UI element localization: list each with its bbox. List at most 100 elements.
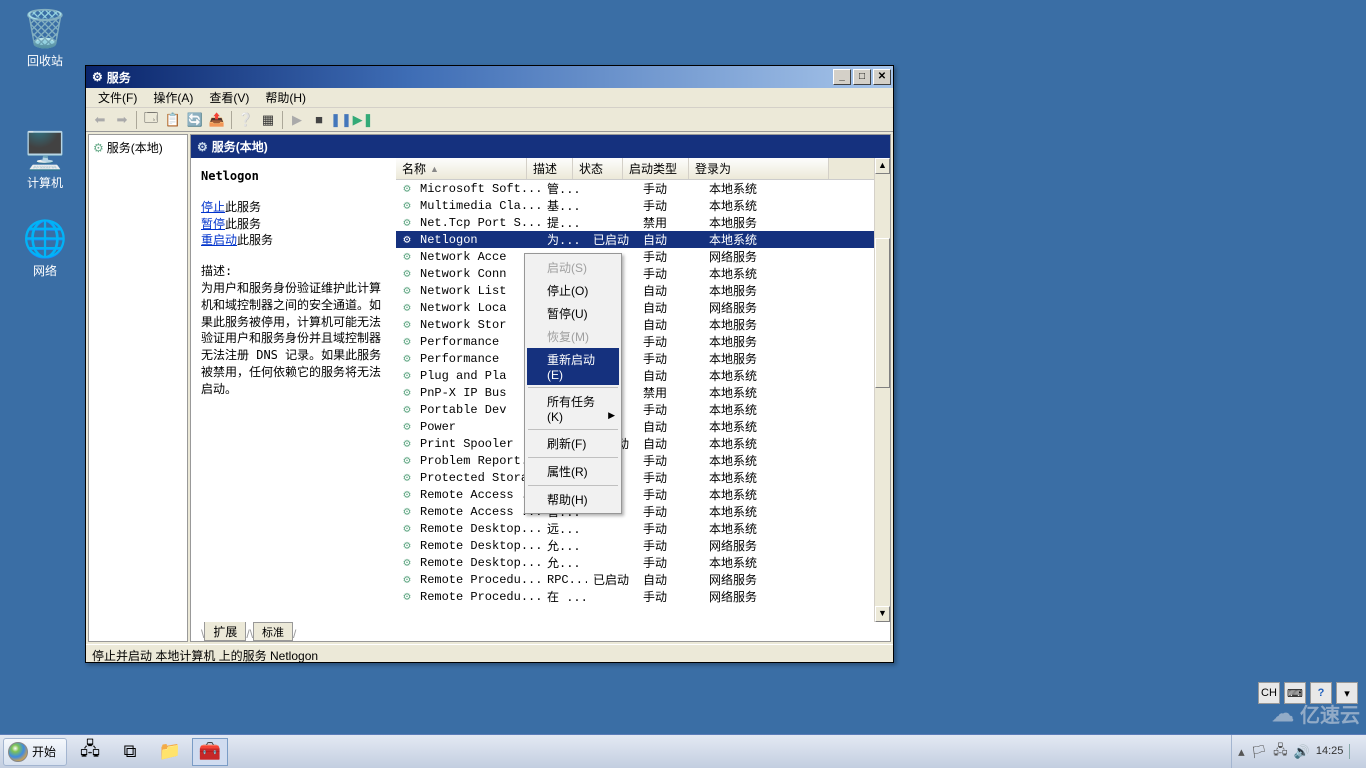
service-row[interactable]: ⚙Protected Storage为...手动本地系统 (396, 469, 890, 486)
cell-name: Print Spooler (414, 437, 541, 451)
cell-status: 已启动 (587, 571, 637, 588)
cell-start: 自动 (637, 435, 703, 452)
service-row[interactable]: ⚙PnP-X IP Bus禁用本地系统 (396, 384, 890, 401)
tray-network-icon[interactable]: 🖧 (1273, 741, 1288, 763)
properties-button-2[interactable]: ▦ (258, 110, 278, 130)
gear-icon: ⚙ (93, 141, 104, 155)
cell-start: 自动 (637, 316, 703, 333)
menu-item-help[interactable]: 帮助(H) (527, 488, 619, 511)
gear-icon: ⚙ (400, 453, 414, 468)
col-header-status[interactable]: 状态 (573, 158, 623, 179)
cell-logon: 本地系统 (703, 503, 803, 520)
restart-service-button[interactable]: ▶❚ (353, 110, 373, 130)
restart-service-link[interactable]: 重启动 (201, 233, 237, 247)
refresh-toolbar-button[interactable]: 🔄 (185, 110, 205, 130)
menu-item-refresh[interactable]: 刷新(F) (527, 432, 619, 455)
ql-server-manager[interactable]: 🖧 (72, 738, 108, 766)
menu-action[interactable]: 操作(A) (145, 87, 201, 108)
cell-name: Microsoft Soft... (414, 182, 541, 196)
service-row[interactable]: ⚙Netlogon为...已启动自动本地系统 (396, 231, 890, 248)
service-row[interactable]: ⚙Remote Desktop...远...手动本地系统 (396, 520, 890, 537)
ql-explorer[interactable]: 📁 (152, 738, 188, 766)
tab-standard[interactable]: 标准 (253, 622, 293, 641)
tray-volume-icon[interactable]: 🔊 (1294, 744, 1310, 760)
menu-item-pause[interactable]: 暂停(U) (527, 302, 619, 325)
col-header-logon[interactable]: 登录为 (689, 158, 829, 179)
tab-extended[interactable]: 扩展 (204, 622, 246, 641)
menu-view[interactable]: 查看(V) (201, 87, 257, 108)
service-row[interactable]: ⚙Plug and Pla动自动本地系统 (396, 367, 890, 384)
service-row[interactable]: ⚙Network Conn动手动本地系统 (396, 265, 890, 282)
service-row[interactable]: ⚙Performance 手动本地服务 (396, 350, 890, 367)
menu-help[interactable]: 帮助(H) (257, 87, 314, 108)
tray-expand-icon[interactable]: ▴ (1238, 744, 1245, 760)
col-header-start[interactable]: 启动类型 (623, 158, 689, 179)
service-row[interactable]: ⚙Net.Tcp Port S...提...禁用本地服务 (396, 214, 890, 231)
desktop-icon-computer[interactable]: 🖥️ 计算机 (10, 130, 80, 191)
help-toolbar-button[interactable]: ❔ (236, 110, 256, 130)
cell-logon: 本地服务 (703, 333, 803, 350)
pause-service-button[interactable]: ❚❚ (331, 110, 351, 130)
properties-toolbar-button[interactable]: 📋 (163, 110, 183, 130)
export-button[interactable]: 📤 (207, 110, 227, 130)
service-row[interactable]: ⚙Remote Access ...管...手动本地系统 (396, 503, 890, 520)
service-row[interactable]: ⚙Remote Desktop...允...手动网络服务 (396, 537, 890, 554)
service-row[interactable]: ⚙Microsoft Soft...管...手动本地系统 (396, 180, 890, 197)
service-row[interactable]: ⚙Remote Access ...无...手动本地系统 (396, 486, 890, 503)
service-row[interactable]: ⚙Remote Procedu...RPC...已启动自动网络服务 (396, 571, 890, 588)
tray-flag-icon[interactable]: 🏳 (1251, 744, 1268, 760)
titlebar[interactable]: ⚙ 服务 _ □ ✕ (86, 66, 893, 88)
service-row[interactable]: ⚙Problem Report...此...手动本地系统 (396, 452, 890, 469)
service-context-menu: 启动(S) 停止(O) 暂停(U) 恢复(M) 重新启动(E) 所有任务(K) … (524, 253, 622, 514)
service-row[interactable]: ⚙Print Spooler将...已启动自动本地系统 (396, 435, 890, 452)
menu-item-properties[interactable]: 属性(R) (527, 460, 619, 483)
scroll-thumb[interactable] (875, 238, 890, 388)
stop-service-button[interactable]: ■ (309, 110, 329, 130)
cell-logon: 网络服务 (703, 588, 803, 605)
service-row[interactable]: ⚙Network Acce手动网络服务 (396, 248, 890, 265)
service-row[interactable]: ⚙Remote Procedu...在 ...手动网络服务 (396, 588, 890, 605)
cell-desc: 允... (541, 537, 587, 554)
stop-service-link[interactable]: 停止 (201, 200, 225, 214)
desktop-icon-network[interactable]: 🌐 网络 (10, 218, 80, 279)
show-desktop-button[interactable] (1349, 744, 1360, 759)
service-row[interactable]: ⚙Network Loca动自动网络服务 (396, 299, 890, 316)
gear-icon: ⚙ (400, 334, 414, 349)
service-row[interactable]: ⚙Network Stor动自动本地服务 (396, 316, 890, 333)
service-row[interactable]: ⚙Performance 手动本地服务 (396, 333, 890, 350)
desktop-icon-recycle[interactable]: 🗑️ 回收站 (10, 8, 80, 69)
cell-name: Network Loca (414, 301, 541, 315)
cell-start: 手动 (637, 520, 703, 537)
tree-root-item[interactable]: ⚙ 服务(本地) (93, 139, 183, 156)
ql-powershell[interactable]: ⧉ (112, 738, 148, 766)
service-row[interactable]: ⚙Remote Desktop...允...手动本地系统 (396, 554, 890, 571)
menu-item-all-tasks[interactable]: 所有任务(K) (527, 390, 619, 427)
services-list: 名称 ▲ 描述 状态 启动类型 登录为 ⚙Microsoft Soft...管.… (396, 158, 890, 622)
col-header-desc[interactable]: 描述 (527, 158, 573, 179)
start-button[interactable]: 开始 (3, 738, 67, 766)
tray-clock[interactable]: 14:25 (1316, 745, 1344, 757)
service-row[interactable]: ⚙Portable Dev手动本地系统 (396, 401, 890, 418)
cell-logon: 本地系统 (703, 265, 803, 282)
service-row[interactable]: ⚙Network List动自动本地服务 (396, 282, 890, 299)
show-hide-tree-button[interactable]: 🗔 (141, 110, 161, 130)
scroll-up-button[interactable]: ▲ (875, 158, 890, 174)
scroll-down-button[interactable]: ▼ (875, 606, 890, 622)
gear-icon: ⚙ (400, 402, 414, 417)
service-row[interactable]: ⚙Multimedia Cla...基...手动本地系统 (396, 197, 890, 214)
maximize-button[interactable]: □ (853, 69, 871, 85)
pause-service-link[interactable]: 暂停 (201, 217, 225, 231)
cell-desc: 远... (541, 520, 587, 537)
menu-item-stop[interactable]: 停止(O) (527, 279, 619, 302)
cell-logon: 本地系统 (703, 452, 803, 469)
minimize-button[interactable]: _ (833, 69, 851, 85)
cell-name: Netlogon (414, 233, 541, 247)
list-header: 名称 ▲ 描述 状态 启动类型 登录为 (396, 158, 890, 180)
taskbar-item-services[interactable]: 🧰 (192, 738, 228, 766)
service-row[interactable]: ⚙Power动自动本地系统 (396, 418, 890, 435)
col-header-name[interactable]: 名称 ▲ (396, 158, 527, 179)
close-button[interactable]: ✕ (873, 69, 891, 85)
menu-file[interactable]: 文件(F) (90, 87, 145, 108)
menu-item-restart[interactable]: 重新启动(E) (527, 348, 619, 385)
vertical-scrollbar[interactable]: ▲ ▼ (874, 158, 890, 622)
